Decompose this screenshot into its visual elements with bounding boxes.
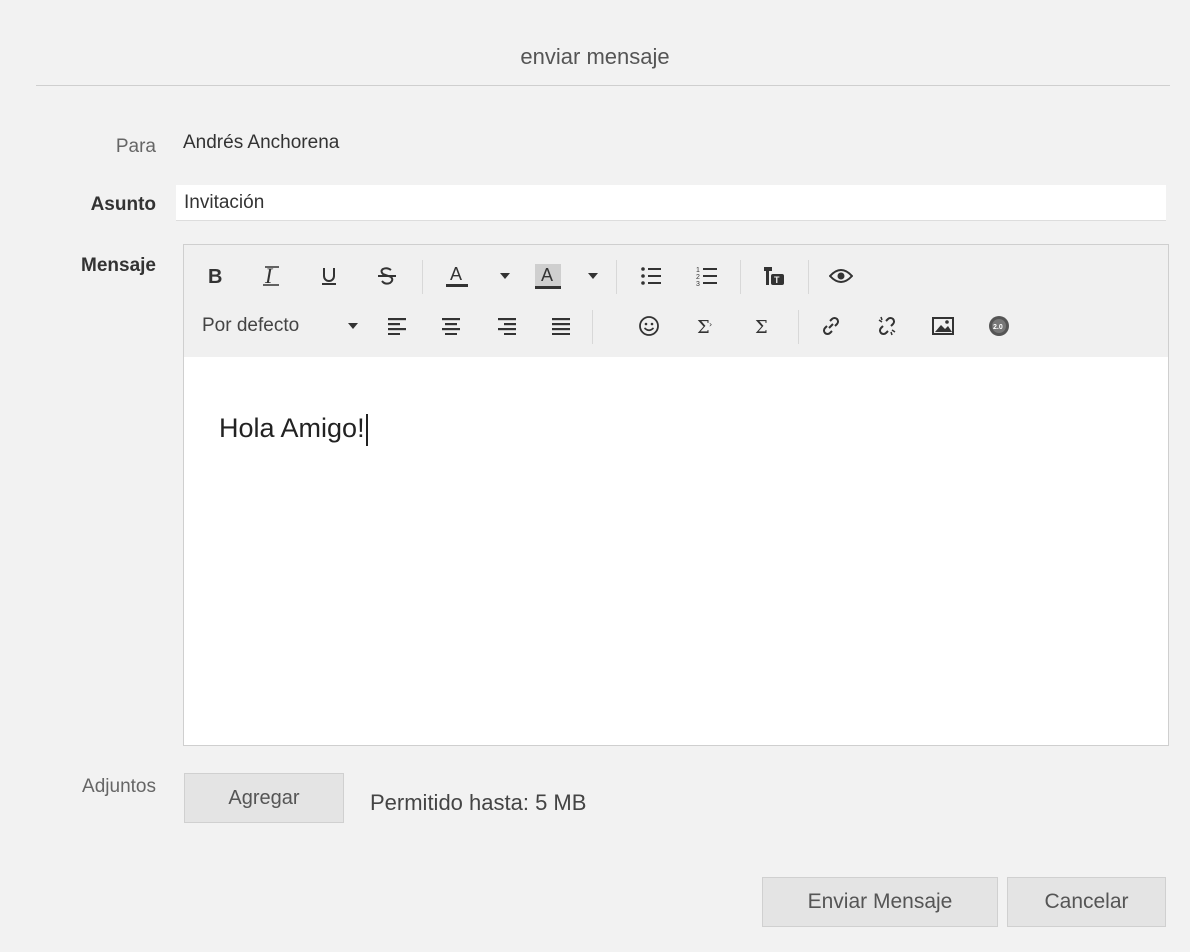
toolbar-separator <box>798 310 799 344</box>
underline-icon[interactable] <box>312 254 346 298</box>
rich-text-editor: B I A A 1 2 3 T Por defecto Σ › Σ 2.0 Ho… <box>183 244 1169 746</box>
title-divider <box>36 85 1170 86</box>
bullet-list-icon[interactable] <box>634 254 668 298</box>
unlink-icon[interactable] <box>870 304 904 348</box>
subject-label: Asunto <box>90 194 156 215</box>
to-label: Para <box>115 136 156 157</box>
toolbar-separator <box>740 260 741 294</box>
attachment-limit-text: Permitido hasta: 5 MB <box>370 790 587 815</box>
italic-icon[interactable]: I <box>254 254 288 298</box>
to-recipient: Andrés Anchorena <box>183 132 340 153</box>
dialog-title: enviar mensaje <box>520 44 670 69</box>
font-select-value: Por defecto <box>202 315 300 336</box>
send-message-button[interactable]: Enviar Mensaje <box>762 877 998 927</box>
editor-content[interactable]: Hola Amigo! <box>219 413 368 446</box>
svg-text:2.0: 2.0 <box>993 324 1003 331</box>
add-attachment-button[interactable]: Agregar <box>184 773 344 823</box>
svg-text:Σ: Σ <box>755 317 768 337</box>
svg-text:Σ: Σ <box>697 317 710 337</box>
toolbar-separator <box>592 310 593 344</box>
preview-icon[interactable] <box>824 254 858 298</box>
toolbar-separator <box>616 260 617 294</box>
emoji-icon[interactable] <box>632 304 666 348</box>
background-color-icon[interactable]: A <box>530 254 566 298</box>
svg-text:T: T <box>774 275 780 285</box>
svg-text:I: I <box>264 265 274 287</box>
toolbar-separator <box>808 260 809 294</box>
svg-text:2: 2 <box>696 274 700 281</box>
svg-text:3: 3 <box>696 281 700 287</box>
background-color-caret-icon[interactable] <box>588 273 598 279</box>
align-right-icon[interactable] <box>490 304 524 348</box>
badge-2-0-icon[interactable]: 2.0 <box>982 304 1016 348</box>
font-select-caret-icon[interactable] <box>348 323 358 329</box>
subject-input[interactable] <box>176 185 1166 221</box>
font-select[interactable]: Por defecto <box>202 304 362 348</box>
attachments-label: Adjuntos <box>82 776 156 797</box>
svg-text:A: A <box>541 265 553 285</box>
text-color-caret-icon[interactable] <box>500 273 510 279</box>
text-cursor <box>365 413 368 446</box>
send-message-dialog: enviar mensaje Para Andrés Anchorena Asu… <box>8 10 1182 952</box>
text-color-icon[interactable]: A <box>440 254 474 298</box>
image-icon[interactable] <box>926 304 960 348</box>
link-icon[interactable] <box>814 304 848 348</box>
editor-content-area[interactable]: Hola Amigo! <box>184 357 1168 745</box>
numbered-list-icon[interactable]: 123 <box>690 254 724 298</box>
formula-icon[interactable]: Σ › <box>690 304 724 348</box>
align-justify-icon[interactable] <box>544 304 578 348</box>
toolbar-separator <box>422 260 423 294</box>
toolbar-row-1: B I A A 1 2 3 T <box>184 254 1168 298</box>
svg-text:A: A <box>450 264 462 284</box>
message-label: Mensaje <box>81 255 156 276</box>
cancel-button[interactable]: Cancelar <box>1007 877 1166 927</box>
toolbar-row-2: Por defecto Σ › Σ 2.0 <box>184 304 1168 348</box>
translate-icon[interactable]: T <box>756 254 790 298</box>
align-left-icon[interactable] <box>380 304 414 348</box>
svg-text:›: › <box>709 320 712 329</box>
bold-icon[interactable]: B <box>198 254 232 298</box>
strikethrough-icon[interactable] <box>370 254 404 298</box>
align-center-icon[interactable] <box>434 304 468 348</box>
editor-toolbar: B I A A 1 2 3 T Por defecto Σ › Σ 2.0 <box>184 245 1168 358</box>
sum-icon[interactable]: Σ <box>746 304 780 348</box>
svg-text:1: 1 <box>696 267 700 274</box>
editor-text: Hola Amigo! <box>219 413 365 443</box>
svg-text:B: B <box>208 266 222 287</box>
